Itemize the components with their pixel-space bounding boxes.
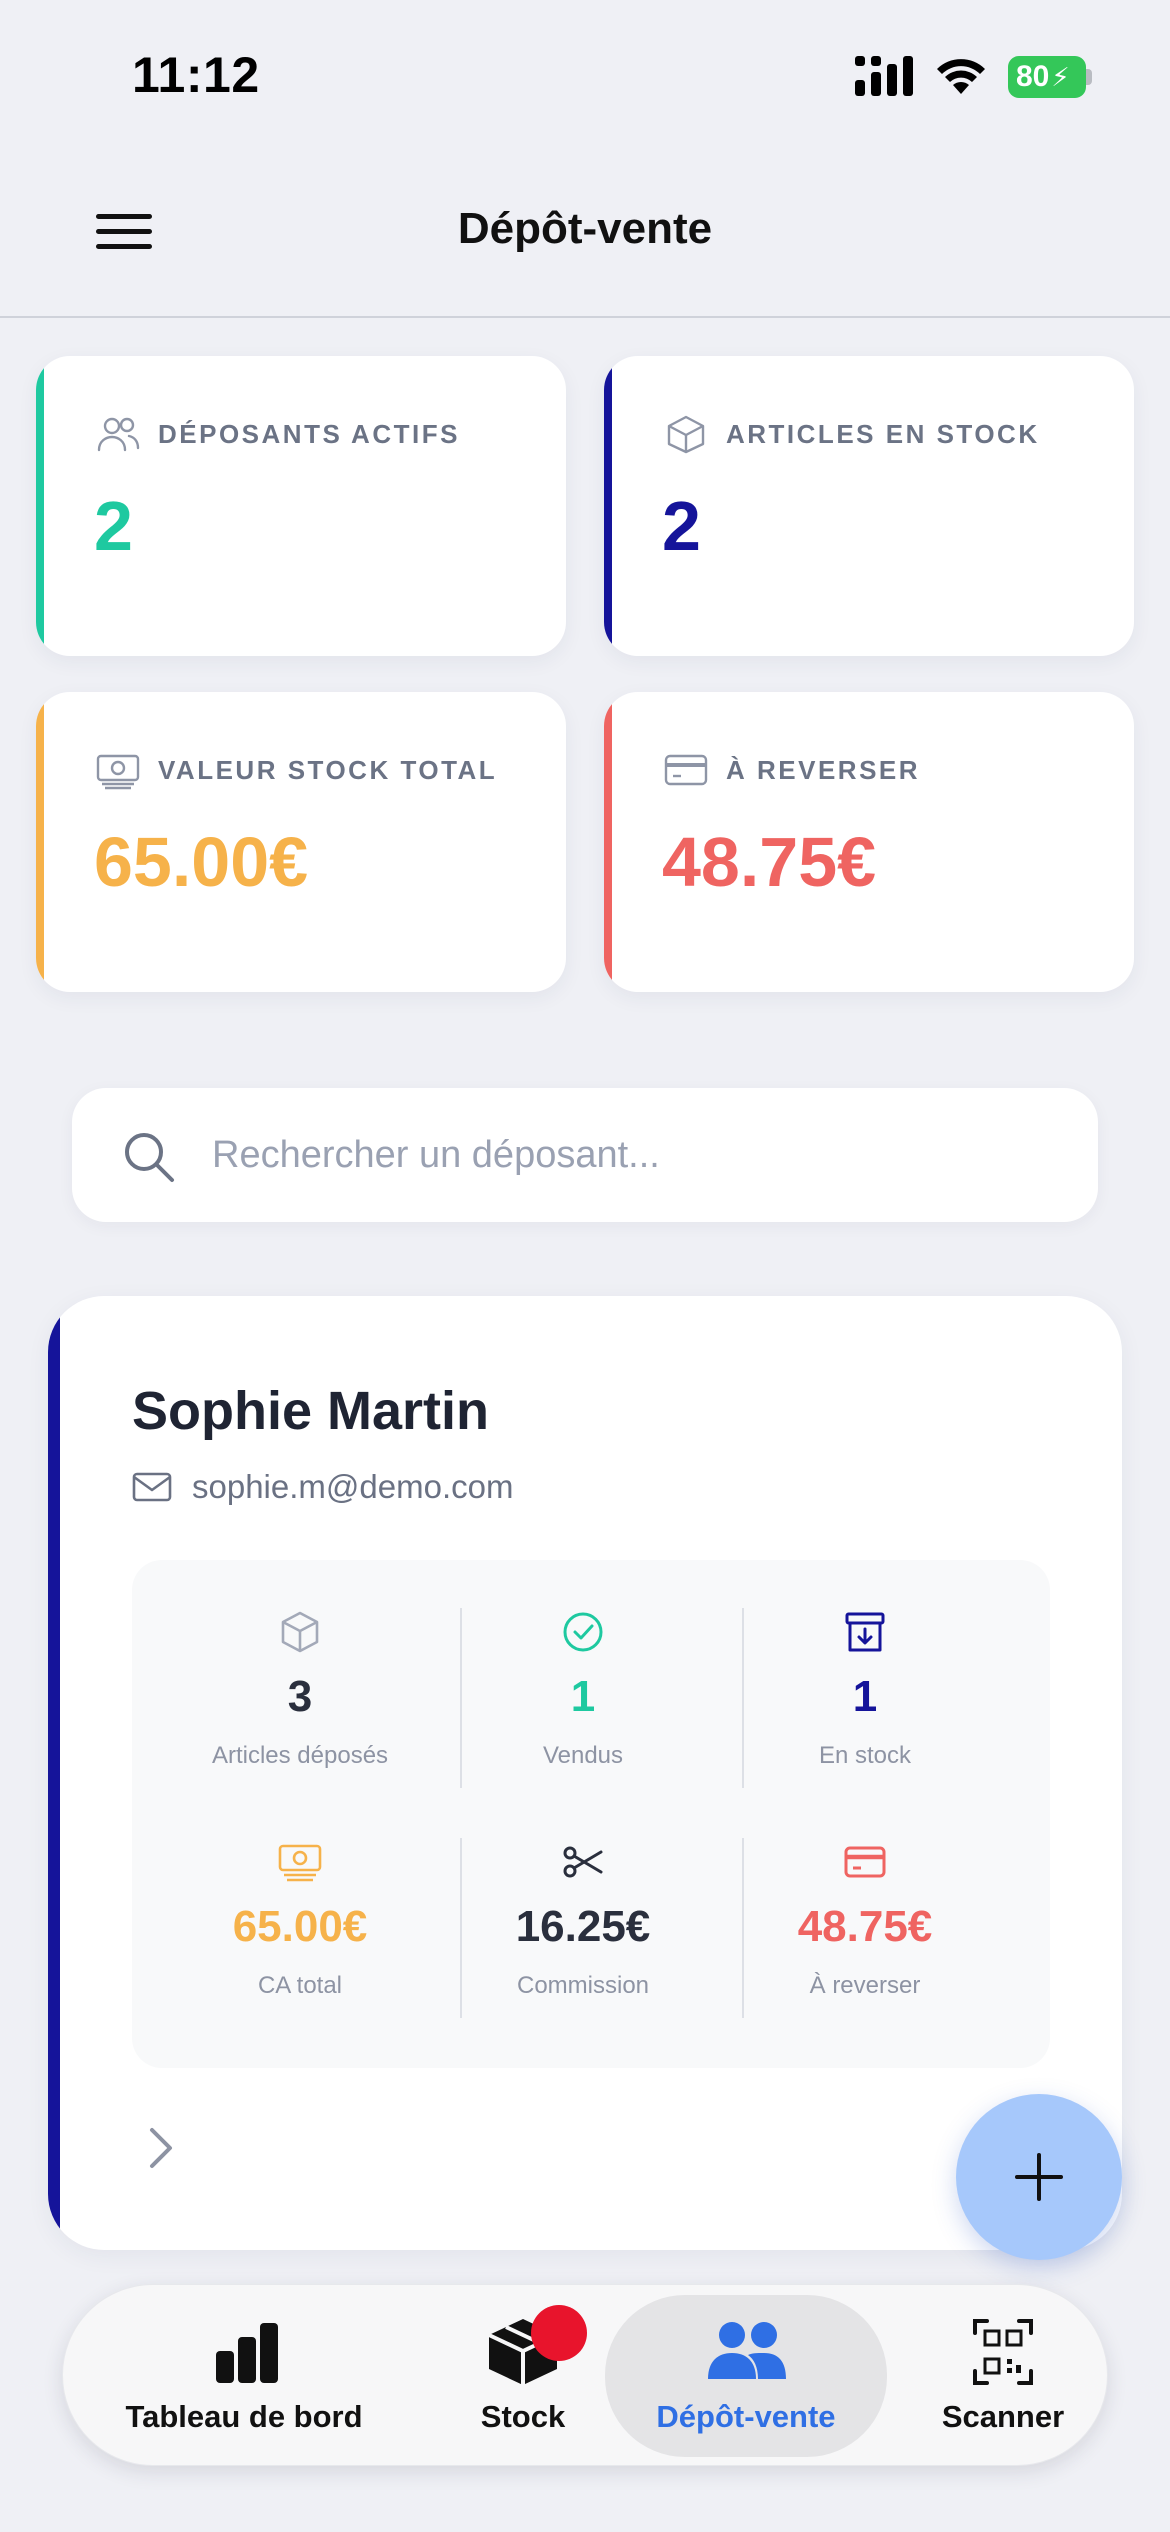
- cellular-signal-icon: [855, 56, 913, 96]
- stat-value: 16.25€: [515, 1902, 651, 1951]
- stat-card-articles: ARTICLES EN STOCK 2: [604, 356, 1134, 656]
- credit-card-icon: [664, 754, 708, 786]
- box-icon: [281, 1611, 319, 1653]
- stat-value: 1: [570, 1672, 596, 1721]
- stat-value: 65.00€: [94, 823, 309, 901]
- mail-icon: [132, 1472, 172, 1502]
- search-bar[interactable]: [72, 1088, 1098, 1222]
- stat-commission: 16.25€ Commission: [442, 1840, 724, 2000]
- stat-card-depositors: DÉPOSANTS ACTIFS 2: [36, 356, 566, 656]
- stat-label: À reverser: [809, 1972, 921, 1999]
- banknote-icon: [96, 754, 140, 790]
- scissors-icon: [563, 1846, 603, 1878]
- stat-value: 48.75€: [797, 1902, 933, 1951]
- stat-label: Commission: [516, 1972, 650, 1999]
- tab-label: Tableau de bord: [125, 2399, 363, 2434]
- page-title: Dépôt-vente: [457, 204, 713, 253]
- stat-value: 1: [852, 1672, 878, 1721]
- stat-value: 65.00€: [232, 1902, 368, 1951]
- tab-stock[interactable]: Stock: [423, 2285, 623, 2467]
- check-circle-icon: [563, 1612, 603, 1652]
- stat-label: En stock: [818, 1742, 912, 1769]
- search-input[interactable]: [212, 1118, 1052, 1192]
- tab-label: Scanner: [941, 2399, 1065, 2434]
- stat-value: 3: [287, 1672, 313, 1721]
- stat-label: Vendus: [542, 1742, 624, 1769]
- tab-dashboard[interactable]: Tableau de bord: [103, 2285, 385, 2467]
- credit-card-icon: [844, 1846, 886, 1878]
- search-icon: [125, 1133, 174, 1182]
- charging-bolt-icon: ⚡: [1051, 61, 1070, 92]
- battery-level: 80: [1016, 60, 1050, 93]
- stat-to-pay: 48.75€ À reverser: [724, 1840, 1006, 2000]
- status-time: 11:12: [132, 47, 260, 103]
- qr-code-icon: [973, 2319, 1033, 2385]
- battery-indicator: 80 ⚡: [1008, 56, 1092, 98]
- users-icon: [708, 2322, 786, 2379]
- tab-label: Dépôt-vente: [656, 2399, 836, 2434]
- add-depositor-button[interactable]: [956, 2094, 1122, 2260]
- stat-label: VALEUR STOCK TOTAL: [158, 754, 498, 785]
- archive-icon: [845, 1612, 885, 1652]
- depositor-name: Sophie Martin: [132, 1381, 490, 1441]
- banknote-icon: [278, 1844, 322, 1882]
- stat-label: DÉPOSANTS ACTIFS: [158, 418, 460, 449]
- plus-icon: [1015, 2153, 1063, 2201]
- stat-value: 2: [662, 487, 701, 565]
- tab-depot-vente[interactable]: Dépôt-vente: [605, 2295, 887, 2457]
- tab-label: Stock: [480, 2399, 566, 2434]
- box-icon: [667, 415, 705, 454]
- stat-label: CA total: [257, 1972, 343, 1999]
- notification-badge: [531, 2305, 587, 2361]
- stat-sold: 1 Vendus: [442, 1610, 724, 1770]
- bar-chart-icon: [216, 2323, 278, 2383]
- stat-in-stock: 1 En stock: [724, 1610, 1006, 1770]
- tab-scanner[interactable]: Scanner: [903, 2285, 1103, 2467]
- stat-card-stock-value: VALEUR STOCK TOTAL 65.00€: [36, 692, 566, 992]
- stat-card-to-pay: À REVERSER 48.75€: [604, 692, 1134, 992]
- stat-value: 2: [94, 487, 133, 565]
- wifi-icon: [937, 59, 985, 94]
- stat-total-revenue: 65.00€ CA total: [159, 1840, 441, 2000]
- depositor-stats-grid: 3 Articles déposés 1 Vendus 1 En stock 6…: [132, 1560, 1050, 2068]
- stat-value: 48.75€: [662, 823, 877, 901]
- depositor-email: sophie.m@demo.com: [192, 1468, 514, 1505]
- stat-label: Articles déposés: [211, 1742, 389, 1769]
- bottom-tab-bar: Tableau de bord Stock Dépôt-vente Scanne…: [62, 2284, 1108, 2466]
- users-icon: [97, 417, 140, 452]
- stat-label: ARTICLES EN STOCK: [726, 418, 1040, 449]
- stat-articles-deposited: 3 Articles déposés: [159, 1610, 441, 1770]
- depositor-email-row: sophie.m@demo.com: [132, 1468, 513, 1506]
- stat-label: À REVERSER: [726, 754, 921, 785]
- chevron-right-icon[interactable]: [146, 2124, 176, 2172]
